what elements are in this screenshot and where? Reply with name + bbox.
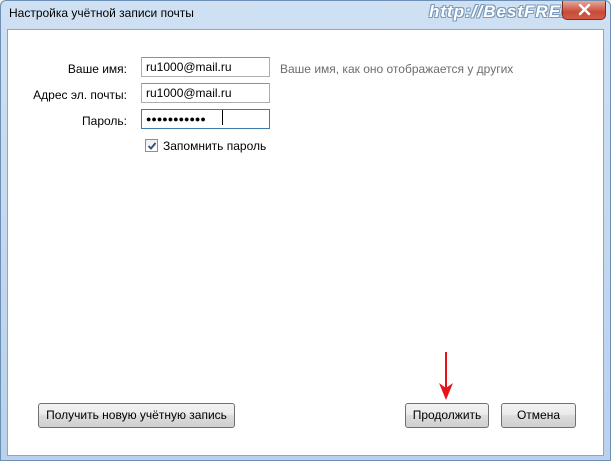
- name-input[interactable]: ru1000@mail.ru: [141, 57, 270, 77]
- name-hint: Ваше имя, как оно отображается у других: [280, 62, 514, 76]
- dialog-content: Ваше имя: ru1000@mail.ru Ваше имя, как о…: [7, 29, 604, 456]
- get-new-account-button[interactable]: Получить новую учётную запись: [38, 403, 235, 428]
- account-setup-window: Настройка учётной записи почты http://Be…: [0, 0, 611, 461]
- password-label: Пароль:: [82, 114, 127, 128]
- password-input[interactable]: ●●●●●●●●●●●: [141, 109, 270, 129]
- remember-password-checkbox[interactable]: [145, 139, 158, 152]
- title-bar: Настройка учётной записи почты http://Be…: [1, 1, 610, 27]
- close-icon: [578, 4, 591, 16]
- window-title: Настройка учётной записи почты: [9, 6, 194, 20]
- text-caret: [222, 110, 223, 125]
- close-button[interactable]: [562, 1, 606, 20]
- check-icon: [147, 142, 157, 150]
- red-arrow-annotation: [439, 352, 453, 400]
- name-label: Ваше имя:: [67, 62, 127, 76]
- email-input[interactable]: ru1000@mail.ru: [141, 83, 270, 103]
- remember-password-label[interactable]: Запомнить пароль: [163, 139, 266, 153]
- email-label: Адрес эл. почты:: [33, 88, 127, 102]
- cancel-button[interactable]: Отмена: [501, 403, 576, 428]
- continue-button[interactable]: Продолжить: [405, 403, 489, 428]
